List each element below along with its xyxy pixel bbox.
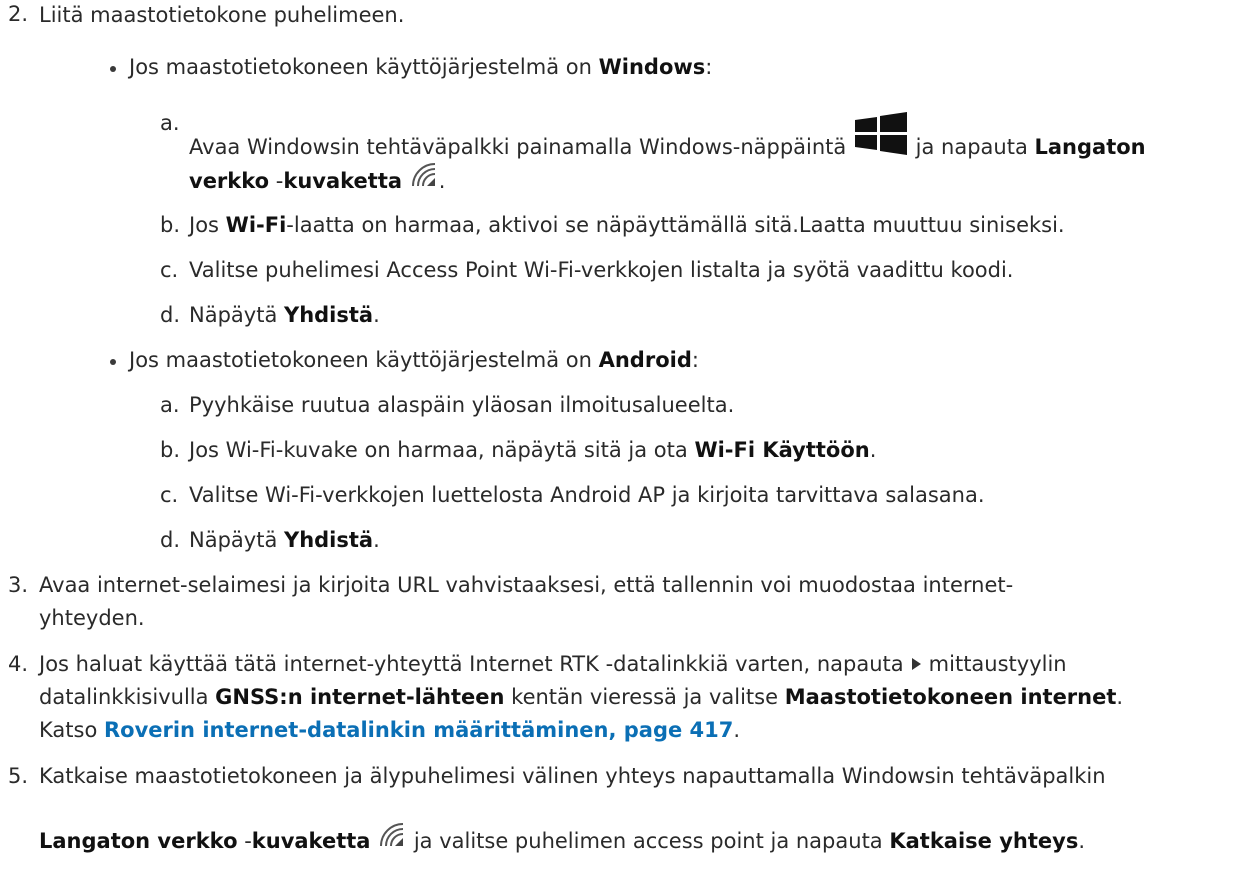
step-5-number: 5. <box>8 764 29 788</box>
wireless-network-icon <box>409 160 439 198</box>
step-3-line1: Avaa internet-selaimesi ja kirjoita URL … <box>39 573 1014 597</box>
step-2-text: Liitä maastotietokone puhelimeen. <box>39 3 405 27</box>
windows-logo-icon <box>853 108 909 166</box>
android-step-c-number: c. <box>160 483 179 507</box>
android-step-b-text: Jos Wi-Fi-kuvake on harmaa, näpäytä sitä… <box>189 438 877 462</box>
android-step-b-number: b. <box>160 438 181 462</box>
windows-step-d-number: d. <box>160 303 181 327</box>
windows-step-d-text: Näpäytä Yhdistä. <box>189 303 380 327</box>
step-4-line3: Katso Roverin internet-datalinkin määrit… <box>39 718 741 742</box>
step-2-number: 2. <box>8 2 29 26</box>
windows-step-c-number: c. <box>160 258 179 282</box>
android-step-d-text: Näpäytä Yhdistä. <box>189 528 380 552</box>
wireless-network-icon <box>377 820 407 858</box>
step-4-line2: datalinkkisivulla GNSS:n internet-lähtee… <box>39 685 1124 709</box>
step-3-number: 3. <box>8 573 29 597</box>
windows-intro: Jos maastotietokoneen käyttöjärjestelmä … <box>129 55 713 79</box>
android-step-a-number: a. <box>160 393 180 417</box>
windows-step-a-number: a. <box>160 111 180 135</box>
windows-step-b-text: Jos Wi-Fi-laatta on harmaa, aktivoi se n… <box>189 213 1065 237</box>
step-5-line1: Katkaise maastotietokoneen ja älypuhelim… <box>39 764 1106 788</box>
step-4-line1: Jos haluat käyttää tätä internet-yhteytt… <box>39 652 1067 676</box>
step-4-number: 4. <box>8 652 29 676</box>
bullet-windows <box>110 66 116 72</box>
windows-step-b-number: b. <box>160 213 181 237</box>
right-triangle-arrow-icon <box>911 658 921 670</box>
step-5-line2: Langaton verkko -kuvaketta ja valitse pu… <box>39 820 1085 858</box>
bullet-android <box>110 359 116 365</box>
android-step-a-text: Pyyhkäise ruutua alaspäin yläosan ilmoit… <box>189 393 735 417</box>
windows-step-c-text: Valitse puhelimesi Access Point Wi-Fi-ve… <box>189 258 1014 282</box>
roverin-internet-datalink-link[interactable]: Roverin internet-datalinkin määrittämine… <box>104 718 733 742</box>
windows-step-a-line2: verkko -kuvaketta . <box>189 160 445 198</box>
android-step-c-text: Valitse Wi-Fi-verkkojen luettelosta Andr… <box>189 483 985 507</box>
windows-step-a-line1: Avaa Windowsin tehtäväpalkki painamalla … <box>189 108 1146 166</box>
step-3-line2: yhteyden. <box>39 606 145 630</box>
android-step-d-number: d. <box>160 528 181 552</box>
android-intro: Jos maastotietokoneen käyttöjärjestelmä … <box>129 348 699 372</box>
